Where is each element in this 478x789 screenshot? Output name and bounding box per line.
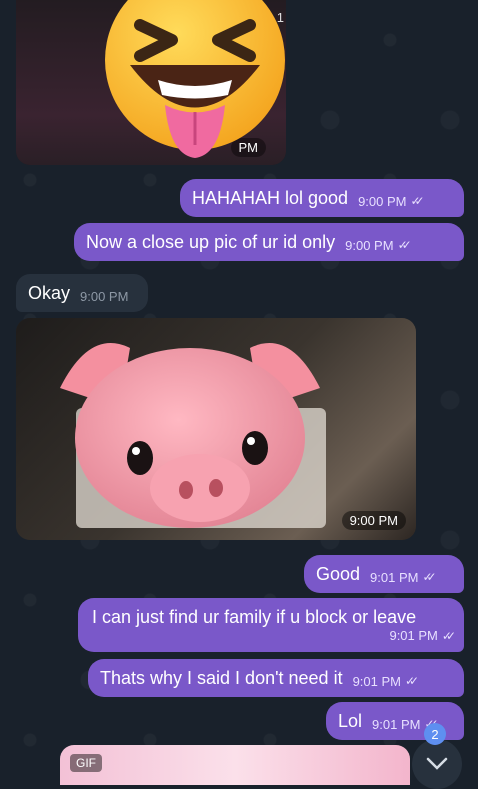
message-time: 9:00 PM ✓✓ <box>345 237 412 253</box>
message-text: Lol <box>338 710 363 731</box>
message-outgoing[interactable]: I can just find ur family if u block or … <box>78 598 464 652</box>
message-time: 9:01 PM✓✓ <box>370 569 437 585</box>
message-outgoing[interactable]: Thats why I said I don't need it 9:01 PM… <box>88 659 464 697</box>
message-text: Thats why I said I don't need it <box>100 667 343 688</box>
message-outgoing[interactable]: Good 9:01 PM ✓✓ <box>304 555 464 593</box>
grinning-squinting-tongue-emoji <box>105 0 285 158</box>
message-incoming[interactable]: Okay 9:00 PM <box>16 274 148 312</box>
scroll-to-bottom-button[interactable] <box>412 739 462 789</box>
message-outgoing[interactable]: HAHAHAH lol good 9:00 PM ✓✓ <box>180 179 464 217</box>
double-check-icon: ✓✓ <box>405 674 419 688</box>
message-text: HAHAHAH lol good <box>192 187 349 208</box>
message-outgoing[interactable]: Now a close up pic of ur id only 9:00 PM… <box>74 223 464 261</box>
message-time: 9:01 PM✓✓ <box>389 628 456 643</box>
unread-count-badge: 2 <box>424 723 446 745</box>
double-check-icon: ✓✓ <box>422 570 436 584</box>
gif-message[interactable] <box>60 745 410 785</box>
message-text: Okay <box>28 282 71 303</box>
message-text: Now a close up pic of ur id only <box>86 231 336 252</box>
double-check-icon: ✓✓ <box>397 238 412 252</box>
message-time: 9:01 PM✓✓ <box>352 673 420 689</box>
message-text: I can just find ur family if u block or … <box>92 607 417 627</box>
chevron-down-icon <box>426 757 448 770</box>
double-check-icon: ✓✓ <box>410 194 425 208</box>
message-time: 9:00 PM ✓✓ <box>358 193 425 209</box>
message-time: 9:00 PM <box>80 288 129 304</box>
message-time: 9:01 PM✓✓ <box>372 717 439 732</box>
photo-time: 9:00 PM <box>341 511 406 530</box>
pig-face-emoji <box>60 343 320 528</box>
gif-label: GIF <box>70 754 102 772</box>
double-check-icon: ✓✓ <box>441 628 456 643</box>
message-text: Good <box>316 563 361 584</box>
